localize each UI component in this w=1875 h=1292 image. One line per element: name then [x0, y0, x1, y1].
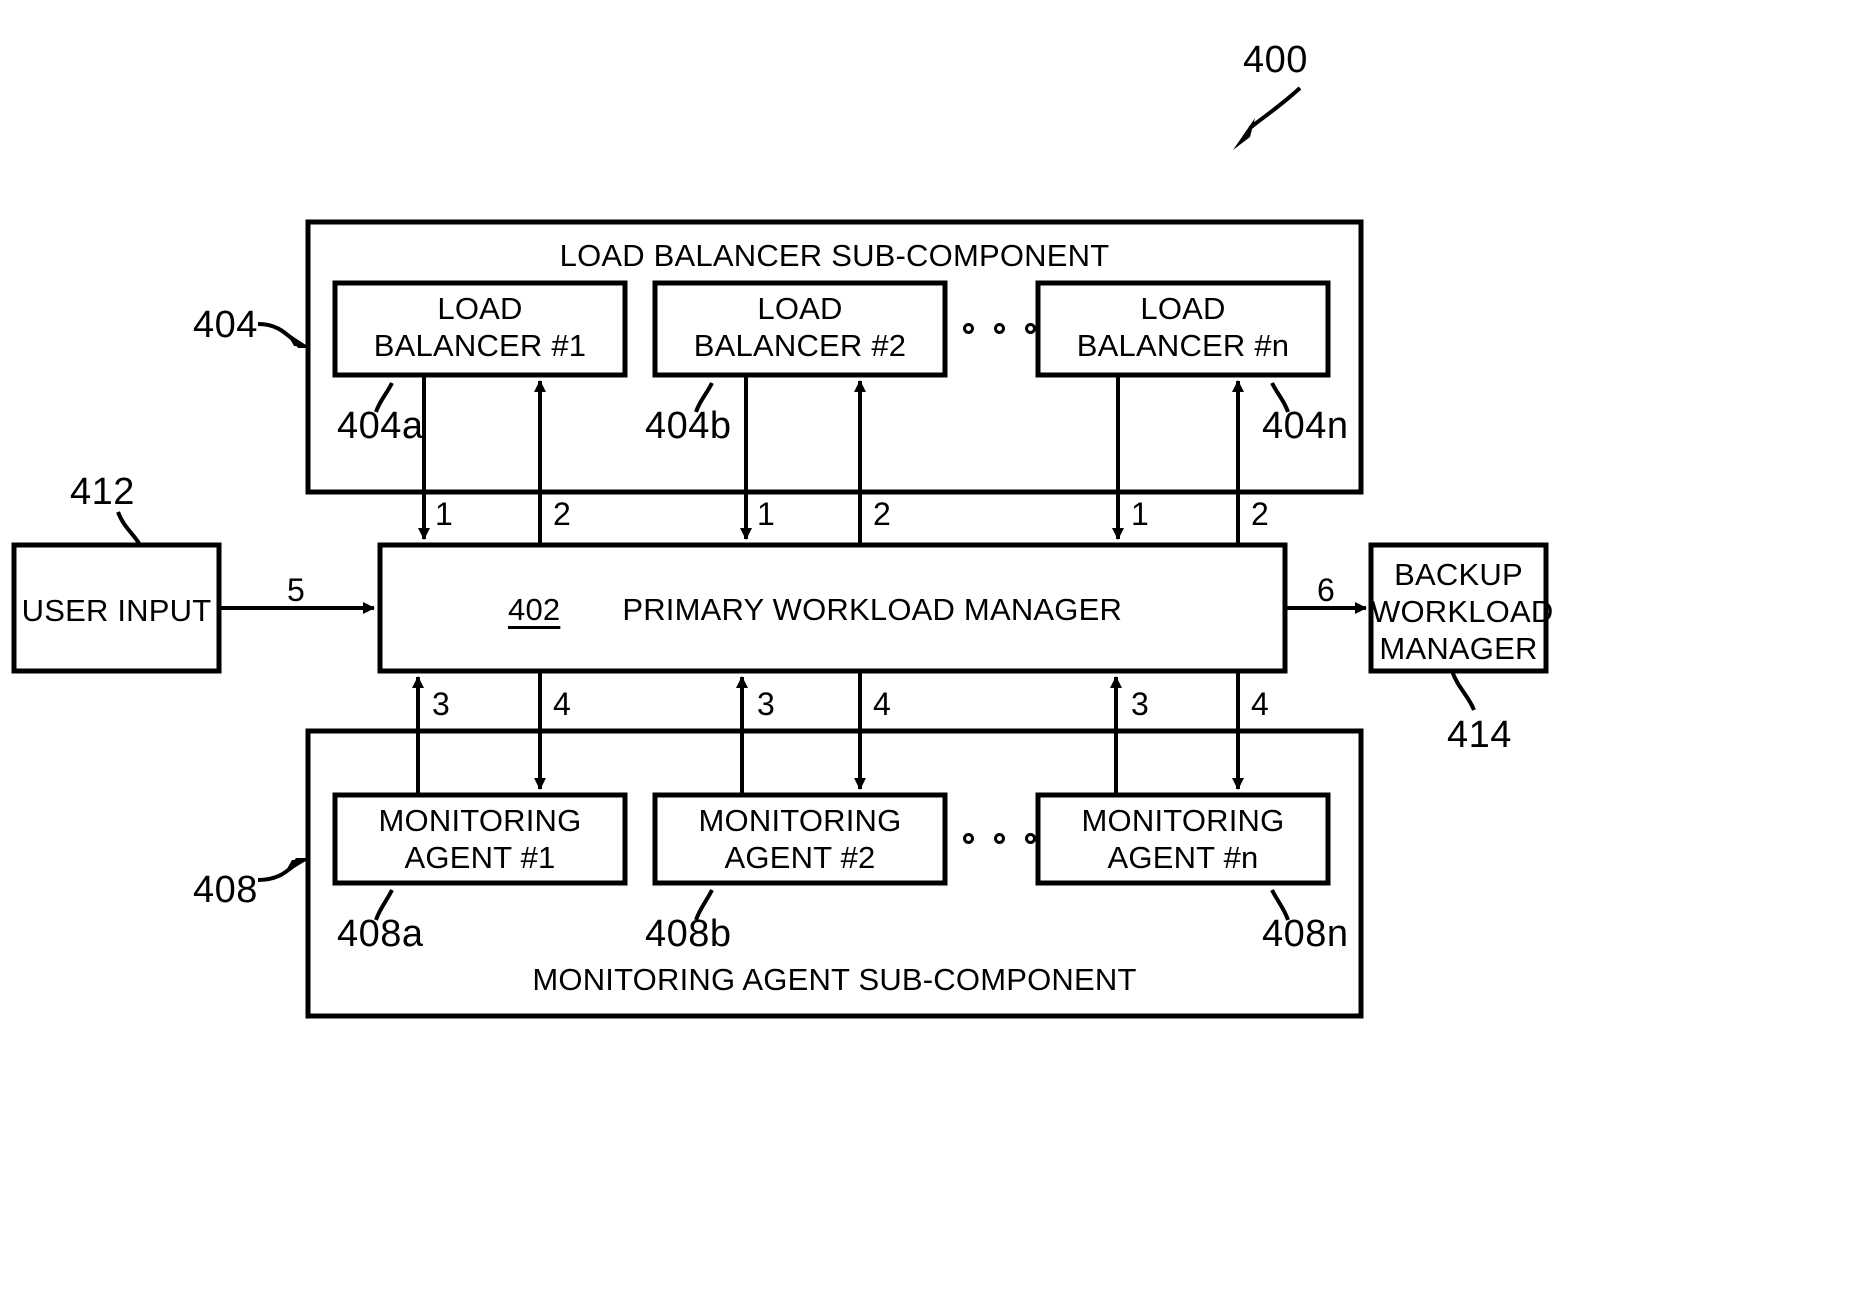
flow-label-3-ma2: 3	[757, 686, 775, 722]
flow-label-2-lb1: 2	[553, 496, 571, 532]
flow-label-2-lb2: 2	[873, 496, 891, 532]
monitoring-agent-2-line1: MONITORING	[698, 803, 902, 838]
ref-label-414: 414	[1447, 714, 1512, 756]
patent-figure-400: 400 LOAD BALANCER SUB-COMPONENT 404 LOAD…	[0, 0, 1875, 1292]
ref-404-leader	[257, 322, 309, 348]
load-balancer-1-line2: BALANCER #1	[373, 328, 587, 363]
flow-label-3-ma1: 3	[432, 686, 450, 722]
flow-label-1-lb1: 1	[435, 496, 453, 532]
flow-label-4-ma1: 4	[553, 686, 571, 722]
ref-408-leader	[257, 858, 309, 882]
flow-label-6: 6	[1317, 572, 1335, 608]
ref-label-412: 412	[70, 471, 135, 513]
monitoring-agent-n-line2: AGENT #n	[1107, 840, 1259, 875]
flow-label-2-lbn: 2	[1251, 496, 1269, 532]
diagram-line-layer	[11, 86, 1549, 1019]
ref-label-404: 404	[193, 304, 258, 346]
ref-414-leader	[1450, 670, 1476, 711]
monitoring-agent-subcomponent-title: MONITORING AGENT SUB-COMPONENT	[532, 962, 1137, 997]
load-balancer-ellipsis-icon	[963, 323, 1036, 334]
load-balancer-n-line1: LOAD	[1140, 291, 1226, 326]
ref-label-408a: 408a	[337, 913, 424, 955]
monitoring-agent-1-line2: AGENT #1	[404, 840, 556, 875]
monitoring-agent-2-line2: AGENT #2	[724, 840, 876, 875]
load-balancer-1-line1: LOAD	[437, 291, 523, 326]
flow-label-5: 5	[287, 572, 305, 608]
flow-label-1-lbn: 1	[1131, 496, 1149, 532]
ref-label-402: 402	[508, 592, 561, 627]
ref-label-408b: 408b	[645, 913, 732, 955]
load-balancer-n-line2: BALANCER #n	[1076, 328, 1290, 363]
backup-workload-manager-line2: WORKLOAD	[1371, 594, 1554, 629]
figure-number-400: 400	[1243, 39, 1308, 81]
monitoring-agent-ellipsis-icon	[963, 833, 1036, 844]
load-balancer-2-line1: LOAD	[757, 291, 843, 326]
primary-workload-manager-label: PRIMARY WORKLOAD MANAGER	[622, 592, 1123, 627]
ref-label-408n: 408n	[1262, 913, 1349, 955]
ref-label-404b: 404b	[645, 405, 732, 447]
ref-label-404n: 404n	[1262, 405, 1349, 447]
ref-label-408: 408	[193, 869, 258, 911]
primary-workload-manager-row: 402 PRIMARY WORKLOAD MANAGER	[508, 592, 1122, 628]
ref-label-404a: 404a	[337, 405, 424, 447]
load-balancer-subcomponent-title: LOAD BALANCER SUB-COMPONENT	[559, 238, 1110, 273]
monitoring-agent-1-line1: MONITORING	[378, 803, 582, 838]
backup-workload-manager-line1: BACKUP	[1394, 557, 1523, 592]
figure-number-leader	[1233, 86, 1302, 150]
user-input-label: USER INPUT	[21, 593, 212, 628]
load-balancer-2-line2: BALANCER #2	[693, 328, 907, 363]
flow-label-3-man: 3	[1131, 686, 1149, 722]
backup-workload-manager-line3: MANAGER	[1379, 631, 1538, 666]
flow-label-4-man: 4	[1251, 686, 1269, 722]
monitoring-agent-n-line1: MONITORING	[1081, 803, 1285, 838]
flow-label-4-ma2: 4	[873, 686, 891, 722]
flow-label-1-lb2: 1	[757, 496, 775, 532]
ref-412-leader	[116, 511, 142, 547]
